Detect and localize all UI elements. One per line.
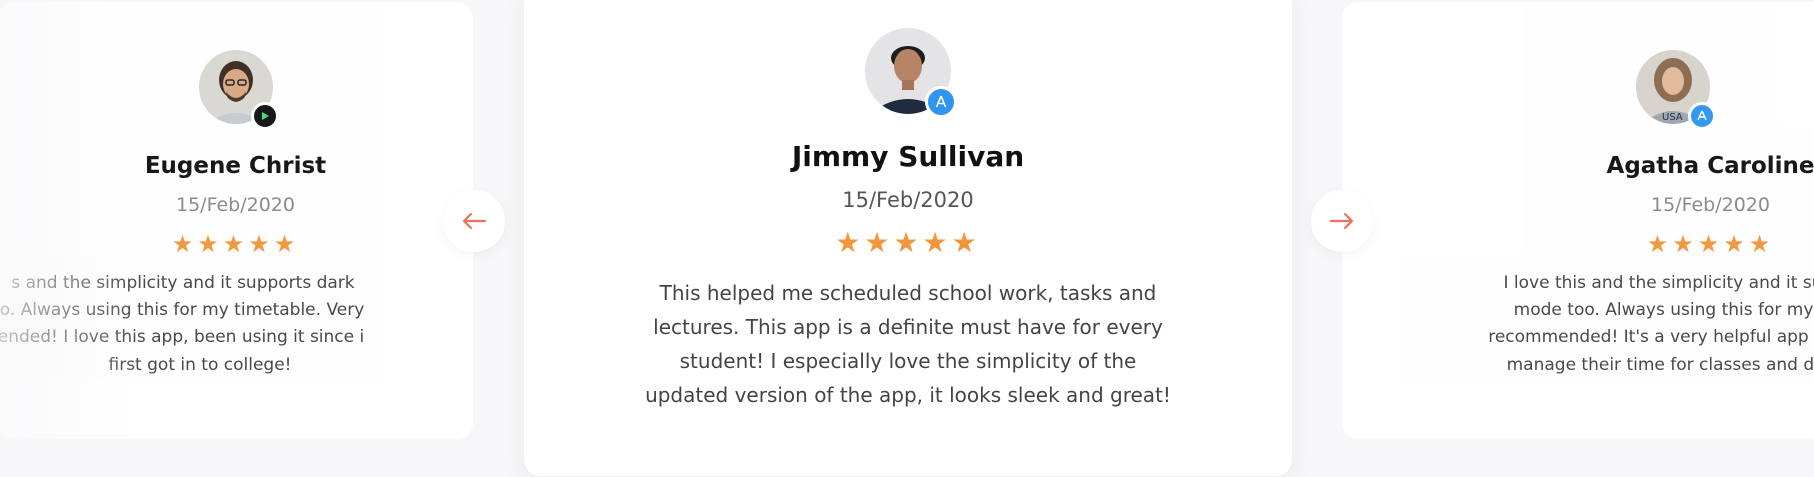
star-icon: ★ [248,230,274,258]
star-rating: ★★★★★ [0,230,473,258]
reviewer-avatar-container [198,50,279,130]
star-icon: ★ [197,230,223,258]
review-date: 15/Feb/2020 [842,188,974,212]
review-text: s and the simplicity and it supports dar… [0,270,378,379]
review-date: 15/Feb/2020 [1651,194,1770,216]
review-text-line: student! I especially love the simplicit… [679,349,1137,373]
star-icon: ★ [835,226,865,259]
prev-button[interactable] [443,190,505,252]
star-icon: ★ [951,226,981,259]
star-icon: ★ [222,230,249,258]
arrow-right-icon [1329,212,1354,230]
star-icon: ★ [1672,230,1698,258]
app-store-icon [1688,102,1716,130]
review-text-line: ended! I love this app, been using it si… [0,327,365,348]
reviewer-name: Jimmy Sullivan [791,140,1025,173]
review-text-line: I love this and the simplicity and it su… [1503,273,1814,293]
reviewer-name: Agatha Caroline [1606,153,1814,179]
reviewer-name: Eugene Christ [144,153,327,179]
review-text: This helped me scheduled school work, ta… [524,276,1292,412]
star-rating: ★★★★★ [1342,230,1814,258]
review-text-line: o. Always using this for my timetable. V… [0,300,365,321]
star-icon: ★ [1723,230,1749,258]
review-text: I love this and the simplicity and it su… [1440,270,1814,379]
star-icon: ★ [1646,230,1673,258]
review-text-line: s and the simplicity and it supports dar… [11,273,355,293]
star-icon: ★ [273,230,300,258]
review-text-line: lectures. This app is a definite must ha… [653,315,1163,339]
review-text-line: recommended! It's a very helpful app for… [1488,327,1814,348]
arrow-left-icon [462,212,487,230]
next-button[interactable] [1311,190,1373,252]
review-text-line: updated version of the app, it looks sle… [645,383,1171,407]
star-icon: ★ [1748,230,1775,258]
svg-text:USA: USA [1662,112,1683,123]
google-play-icon [250,102,279,130]
review-date: 15/Feb/2020 [176,194,295,216]
review-text-line: mode too. Always using this for my timet… [1513,300,1814,321]
star-icon: ★ [864,226,894,259]
star-icon: ★ [893,226,923,259]
review-card-left[interactable]: Eugene Christ 15/Feb/2020 ★★★★★ s and th… [0,2,473,439]
review-text-line: manage their time for classes and do th [1506,354,1814,375]
reviewer-avatar-container: USA [1636,50,1716,130]
star-icon: ★ [171,230,198,258]
review-card-active[interactable]: Jimmy Sullivan 15/Feb/2020 ★★★★★ This he… [524,0,1292,476]
testimonials-carousel: Eugene Christ 15/Feb/2020 ★★★★★ s and th… [0,0,1814,477]
app-store-icon [925,86,957,118]
star-icon: ★ [1697,230,1724,258]
star-icon: ★ [922,226,952,259]
star-rating: ★★★★★ [524,226,1292,259]
review-text-line: first got in to college! [108,354,292,375]
reviewer-avatar-container [865,28,957,118]
review-card-right[interactable]: USA Agatha Caroline 15/Feb/2020 ★★★★★ I … [1342,2,1814,439]
review-text-line: This helped me scheduled school work, ta… [659,281,1157,305]
